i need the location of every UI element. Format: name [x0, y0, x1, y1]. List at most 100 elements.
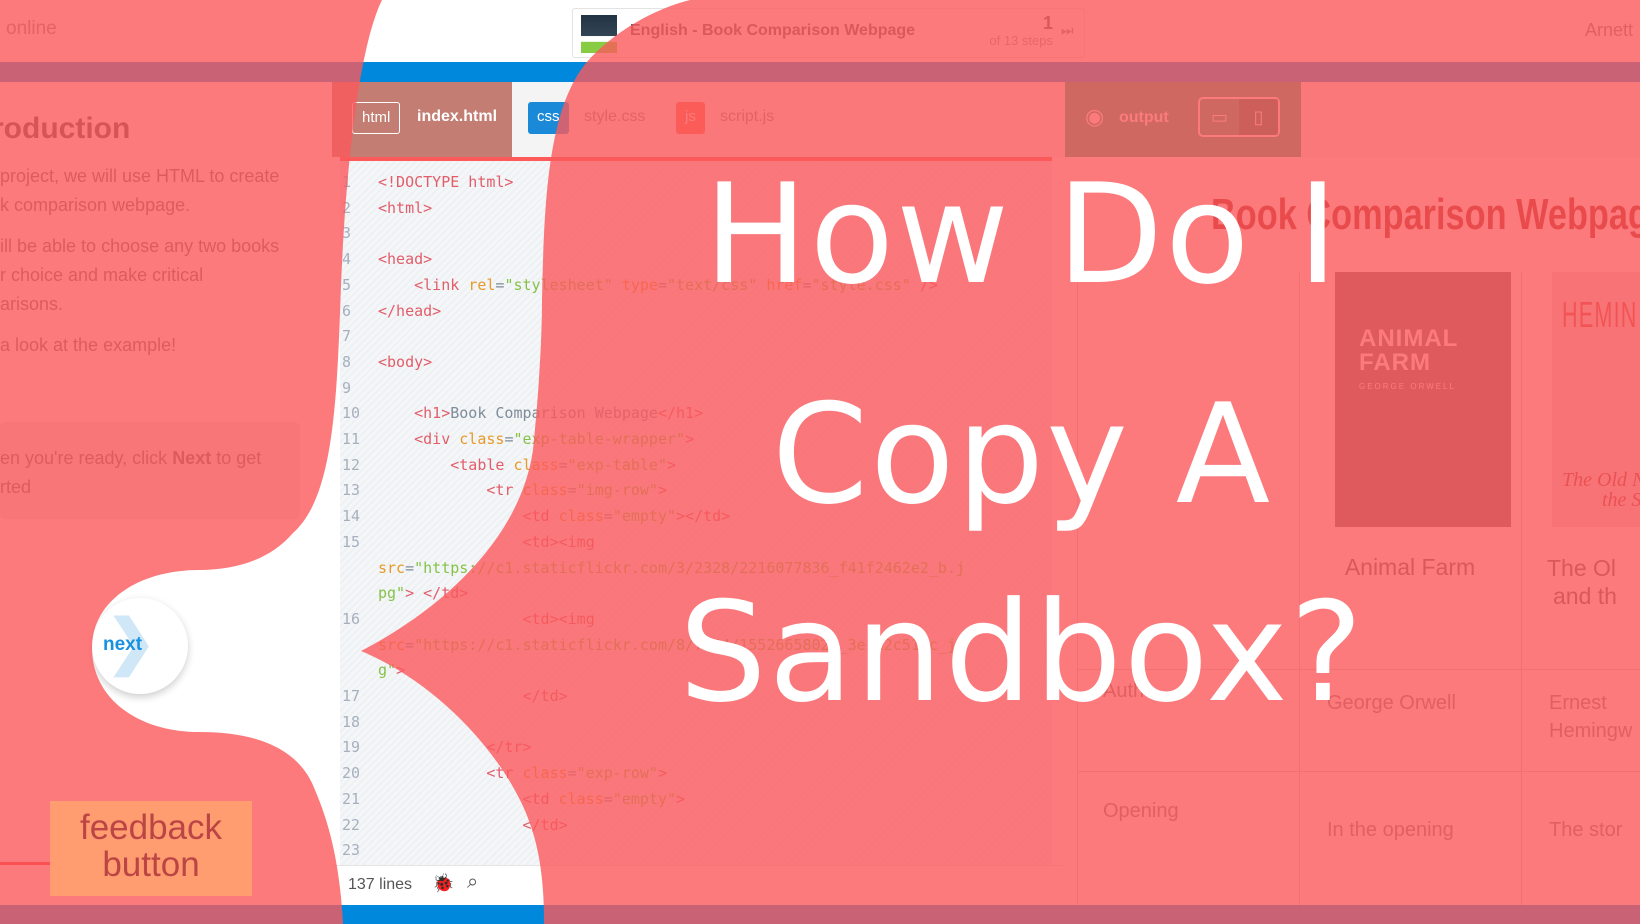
code-token: <head> [378, 250, 433, 269]
feedback-button[interactable]: feedback button [50, 801, 252, 896]
instructions-heading: roduction [0, 112, 131, 145]
author-cell: George Orwell [1327, 692, 1456, 714]
callout-text: en you're ready, click Next to get rted [0, 444, 290, 502]
row-label-opening: Opening [1103, 800, 1179, 822]
tab-label: script.js [720, 108, 775, 125]
output-header: ◉ output ▭ ▯ [1065, 82, 1640, 157]
code-token: = [567, 764, 577, 783]
code-editor: html index.html css style.css js script.… [332, 82, 1065, 905]
code-line: 4 <head> [340, 250, 1052, 275]
tab-style-css[interactable]: css style.css [514, 82, 664, 157]
code-token: <!DOCTYPE html> [378, 173, 514, 191]
project-card[interactable]: English - Book Comparison Webpage 1 of 1… [572, 8, 1085, 58]
code-token: src [378, 558, 406, 577]
code-token: = [405, 635, 415, 654]
code-line: 13 <tr class="img-row"> [340, 481, 1052, 506]
line-number: 4 [342, 250, 352, 269]
search-icon[interactable]: ⌕ [467, 871, 478, 894]
book-title-line: The Ol [1547, 555, 1617, 581]
code-token: class [522, 481, 568, 500]
divider [1299, 272, 1300, 905]
code-line: 11 <div class="exp-table-wrapper"> [340, 430, 1052, 455]
line-number: 1 [342, 173, 352, 191]
code-line: 9 [340, 379, 1052, 404]
tab-script-js[interactable]: js script.js [666, 82, 806, 157]
code-line: src="https://c1.staticflickr.com/3/2328/… [340, 559, 1052, 584]
line-number: 6 [342, 301, 352, 320]
line-number: 20 [342, 764, 361, 783]
instructions-text: r choice and make critical [0, 265, 204, 285]
feedback-line: feedback [79, 808, 223, 847]
code-area[interactable]: 1 <!DOCTYPE html> 2 <html> 3 4 <head> 5 <link r… [340, 157, 1052, 865]
comparison-table: ANIMAL FARM GEORGE ORWELL HEMIN The Old N… [1077, 272, 1640, 905]
code-token: g" [378, 661, 397, 680]
code-content: <html> [378, 199, 432, 217]
code-token: "img-row" [576, 481, 658, 500]
code-token: "https://c1.staticflickr.com/3/2328/2216… [414, 558, 966, 577]
code-token: <div [414, 430, 460, 448]
code-token: "style.css" [811, 275, 911, 294]
tab-index-html[interactable]: html index.html [332, 82, 512, 157]
code-token: <body> [378, 352, 433, 371]
author-line: Hemingw [1549, 720, 1633, 742]
code-line: 2 <html> [340, 199, 1052, 224]
skip-forward-icon[interactable]: ⏭ [1061, 22, 1074, 39]
code-line: 22 </td> [340, 816, 1052, 841]
code-line: g"> [340, 661, 1052, 686]
code-line: 17 </td> [340, 687, 1052, 712]
line-number: 8 [342, 352, 352, 371]
code-line: 7 [340, 327, 1052, 352]
mobile-icon[interactable]: ▯ [1239, 99, 1278, 135]
code-token: = [603, 789, 613, 808]
line-number: 2 [342, 198, 352, 217]
code-token: "text/css" [667, 275, 758, 294]
book-title: The Ol and th [1547, 554, 1617, 610]
device-toggle: ▭ ▯ [1198, 97, 1280, 137]
feedback-line: button [102, 845, 200, 884]
code-line: 16 <td><img [340, 610, 1052, 635]
instructions-panel: roduction project, we will use HTML to c… [0, 82, 332, 905]
top-bar: online English - Book Comparison Webpage… [0, 0, 1640, 62]
next-button[interactable]: ❯ next [92, 598, 188, 694]
code-line: 8 <body> [340, 353, 1052, 378]
cover-title-line: FARM [1359, 349, 1431, 376]
code-token: </td> [522, 815, 568, 834]
code-token: <td><img [522, 609, 595, 628]
code-line: 19 </tr> [340, 738, 1052, 763]
divider [1077, 771, 1640, 772]
code-token: class [459, 430, 505, 448]
callout-suffix: to get [211, 448, 262, 468]
code-content: <head> [378, 250, 432, 268]
code-token: src [378, 635, 406, 654]
code-token: "exp-table-wrapper" [513, 430, 686, 448]
desktop-icon[interactable]: ▭ [1200, 99, 1239, 135]
code-content: <tr class="exp-row"> [378, 764, 667, 782]
line-number: 7 [342, 327, 352, 346]
instructions-text: arisons. [0, 294, 64, 314]
code-content: src="https://c1.staticflickr.com/8/7544/… [378, 636, 956, 654]
code-token: "exp-row" [576, 764, 658, 783]
line-number: 17 [342, 687, 361, 705]
code-content: <tr class="img-row"> [378, 481, 667, 499]
bug-icon[interactable]: 🐞 [432, 873, 454, 894]
row-label-author: Autho [1103, 680, 1156, 702]
code-content: src="https://c1.staticflickr.com/3/2328/… [378, 559, 965, 577]
instructions-text: ill be able to choose any two books [0, 236, 280, 256]
callout-prefix: en you're ready, click [0, 448, 173, 468]
output-tab[interactable]: ◉ output ▭ ▯ [1065, 82, 1301, 157]
code-token: <td [522, 789, 559, 808]
code-token: "empty" [612, 789, 677, 808]
code-line: 23 [340, 841, 1052, 866]
line-number: 19 [342, 738, 361, 757]
line-number: 23 [342, 841, 361, 860]
code-content: <div class="exp-table-wrapper"> [378, 430, 694, 448]
author-cell: Ernest Hemingw [1549, 689, 1632, 745]
code-line: 20 <tr class="exp-row"> [340, 764, 1052, 789]
code-content: <!DOCTYPE html> [378, 173, 513, 191]
divider [0, 862, 50, 865]
code-token: > [396, 661, 406, 680]
code-content: <link rel="stylesheet" type="text/css" h… [378, 276, 938, 294]
user-name[interactable]: Arnett [1585, 20, 1633, 41]
line-number: 18 [342, 712, 361, 731]
